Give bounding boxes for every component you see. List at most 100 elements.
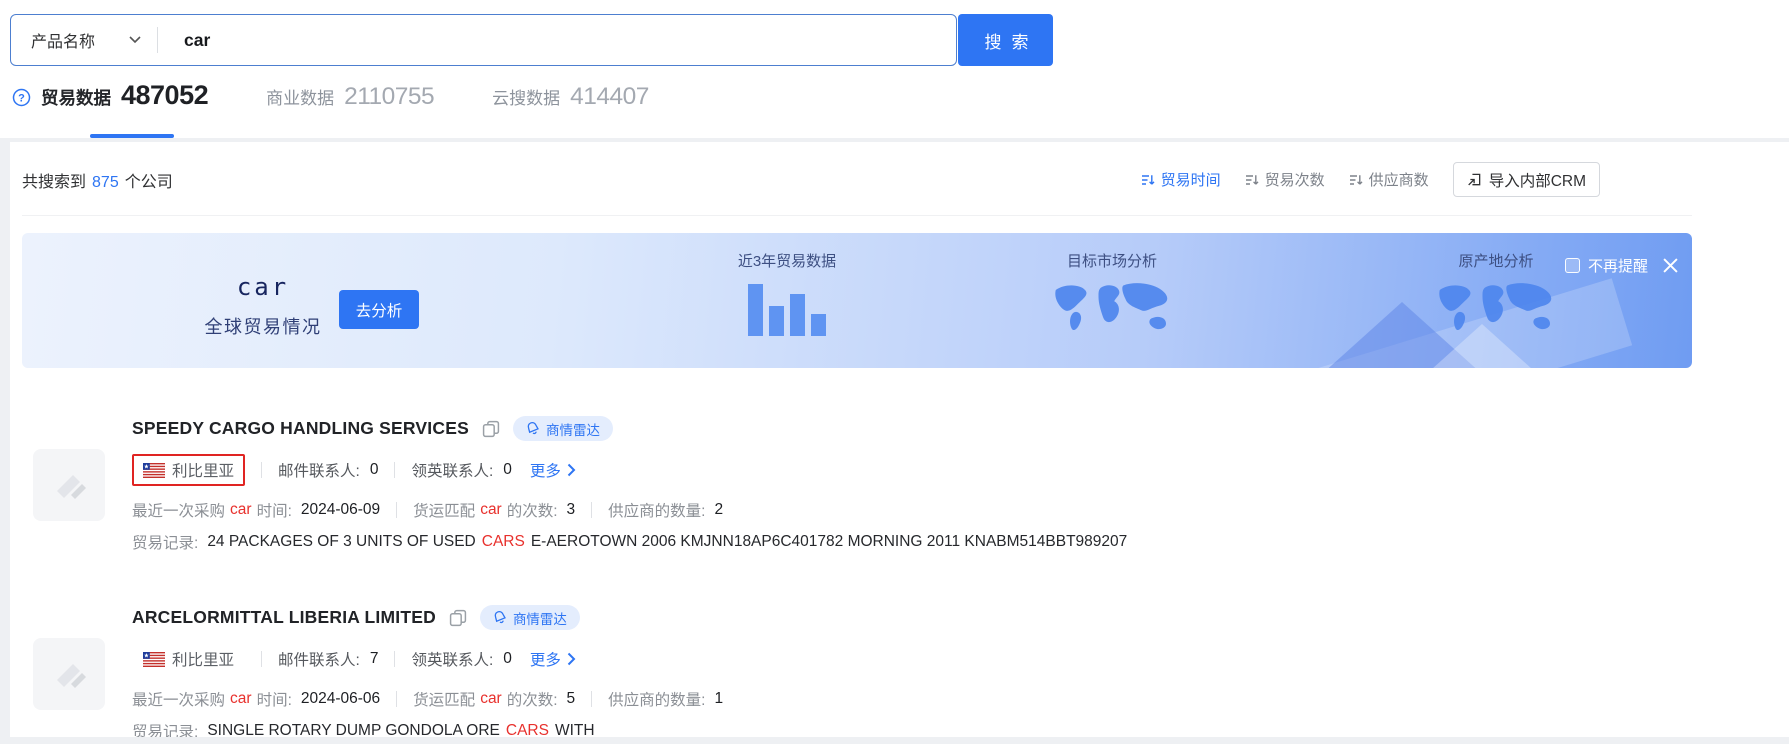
country-tag-highlighted: 利比里亚 (132, 454, 245, 486)
supplier-count-value: 2 (714, 501, 723, 519)
divider (591, 502, 592, 518)
world-map-icon (1433, 279, 1559, 337)
trade-record-after: WITH (555, 722, 595, 737)
tab-label: 贸易数据 (41, 85, 111, 110)
trade-record-after: E-AEROTOWN 2006 KMJNN18AP6C401782 MORNIN… (531, 533, 1127, 550)
tab-cloud-search-data[interactable]: 云搜数据 414407 (492, 83, 649, 111)
search-box: 产品名称 (10, 14, 957, 66)
tab-count: 487052 (121, 80, 208, 111)
country-name: 利比里亚 (172, 648, 234, 670)
country-tag: 利比里亚 (132, 643, 245, 675)
radar-bell-icon (524, 419, 543, 438)
search-bar: 产品名称 搜索 (10, 14, 1053, 66)
linkedin-contacts-value: 0 (503, 650, 512, 668)
world-map-icon (1049, 279, 1175, 337)
company-count: 875 (92, 174, 119, 191)
dismiss-label: 不再提醒 (1588, 255, 1648, 276)
tab-trade-data[interactable]: ? 贸易数据 487052 (12, 80, 208, 111)
data-tabs: ? 贸易数据 487052 商业数据 2110755 云搜数据 414407 (12, 80, 649, 111)
supplier-count-label: 供应商的数量: (608, 688, 705, 710)
import-crm-button[interactable]: 导入内部CRM (1453, 162, 1600, 197)
divider (394, 651, 395, 667)
results-panel: 共搜索到875个公司 贸易时间 贸易次数 (10, 142, 1789, 737)
sort-descending-icon (1349, 173, 1363, 187)
analyze-button[interactable]: 去分析 (339, 290, 419, 329)
freight-label-prefix: 货运匹配 (413, 499, 475, 521)
company-result: SPEEDY CARGO HANDLING SERVICES 商情雷达 (33, 416, 1692, 553)
divider (591, 691, 592, 707)
search-category-select[interactable]: 产品名称 (11, 28, 157, 52)
search-button[interactable]: 搜索 (958, 14, 1053, 66)
question-circle-icon[interactable]: ? (12, 88, 31, 107)
chevron-down-icon (129, 36, 141, 44)
company-name[interactable]: SPEEDY CARGO HANDLING SERVICES (132, 418, 469, 439)
keyword-highlight: car (480, 501, 502, 519)
trade-record-text: SINGLE ROTARY DUMP GONDOLA ORE CARS WITH (207, 722, 594, 737)
more-label: 更多 (530, 648, 561, 670)
more-link[interactable]: 更多 (530, 459, 576, 481)
radar-bell-icon (491, 608, 510, 627)
divider (396, 502, 397, 518)
tab-count: 2110755 (344, 83, 434, 111)
sort-supplier-count[interactable]: 供应商数 (1349, 169, 1429, 190)
logo-placeholder-icon (47, 652, 91, 696)
results-count-text: 共搜索到875个公司 (22, 168, 173, 192)
banner-subtitle: 全球贸易情况 (193, 313, 333, 339)
banner-section-label: 目标市场分析 (992, 250, 1232, 271)
sort-trade-count[interactable]: 贸易次数 (1245, 169, 1325, 190)
copy-icon[interactable] (449, 609, 467, 627)
sort-label: 贸易时间 (1161, 169, 1221, 190)
import-crm-label: 导入内部CRM (1489, 169, 1586, 191)
more-link[interactable]: 更多 (530, 648, 576, 670)
keyword-highlight: CARS (482, 533, 525, 550)
company-logo[interactable] (33, 449, 105, 521)
dismiss-checkbox[interactable] (1565, 258, 1580, 273)
company-logo[interactable] (33, 638, 105, 710)
import-crm-icon (1467, 172, 1482, 187)
copy-icon[interactable] (482, 420, 500, 438)
flag-liberia-icon (143, 463, 165, 478)
purchase-label-prefix: 最近一次采购 (132, 499, 225, 521)
freight-count-value: 3 (567, 501, 576, 519)
close-icon[interactable] (1663, 258, 1678, 273)
divider (394, 462, 395, 478)
radar-badge[interactable]: 商情雷达 (480, 605, 580, 630)
found-suffix: 个公司 (125, 174, 173, 191)
purchase-label-prefix: 最近一次采购 (132, 688, 225, 710)
tab-label: 云搜数据 (492, 84, 560, 109)
freight-label-prefix: 货运匹配 (413, 688, 475, 710)
analysis-banner: car 全球贸易情况 去分析 近3年贸易数据 目标市场分析 (22, 233, 1692, 368)
country-name: 利比里亚 (172, 459, 234, 481)
freight-label-suffix: 的次数: (507, 688, 558, 710)
trade-record-before: 24 PACKAGES OF 3 UNITS OF USED (207, 533, 475, 550)
company-result: ARCELORMITTAL LIBERIA LIMITED 商情雷达 (33, 605, 1692, 737)
banner-section-trade-3yr: 近3年贸易数据 (667, 250, 907, 336)
divider (396, 691, 397, 707)
purchase-label-suffix: 时间: (257, 499, 292, 521)
supplier-count-label: 供应商的数量: (608, 499, 705, 521)
search-input[interactable] (158, 15, 956, 65)
banner-section-label: 近3年贸易数据 (667, 250, 907, 271)
more-label: 更多 (530, 459, 561, 481)
tab-label: 商业数据 (266, 84, 334, 109)
results-header: 共搜索到875个公司 贸易时间 贸易次数 (22, 142, 1692, 216)
active-tab-indicator (90, 134, 174, 138)
email-contacts-value: 7 (370, 650, 379, 668)
keyword-highlight: car (230, 501, 252, 519)
keyword-highlight: car (230, 690, 252, 708)
radar-badge[interactable]: 商情雷达 (513, 416, 613, 441)
radar-badge-label: 商情雷达 (513, 608, 567, 628)
email-contacts-label: 邮件联系人: (278, 459, 360, 481)
sort-trade-time[interactable]: 贸易时间 (1141, 169, 1221, 190)
bar-chart-icon (667, 283, 907, 336)
purchase-label-suffix: 时间: (257, 688, 292, 710)
linkedin-contacts-label: 领英联系人: (411, 459, 493, 481)
tab-business-data[interactable]: 商业数据 2110755 (266, 83, 434, 111)
company-name[interactable]: ARCELORMITTAL LIBERIA LIMITED (132, 607, 436, 628)
trade-record-label: 贸易记录: (132, 531, 198, 553)
keyword-highlight: CARS (506, 722, 549, 737)
trade-record-before: SINGLE ROTARY DUMP GONDOLA ORE (207, 722, 500, 737)
sort-label: 贸易次数 (1265, 169, 1325, 190)
banner-dismiss: 不再提醒 (1565, 255, 1678, 276)
supplier-count-value: 1 (714, 690, 723, 708)
